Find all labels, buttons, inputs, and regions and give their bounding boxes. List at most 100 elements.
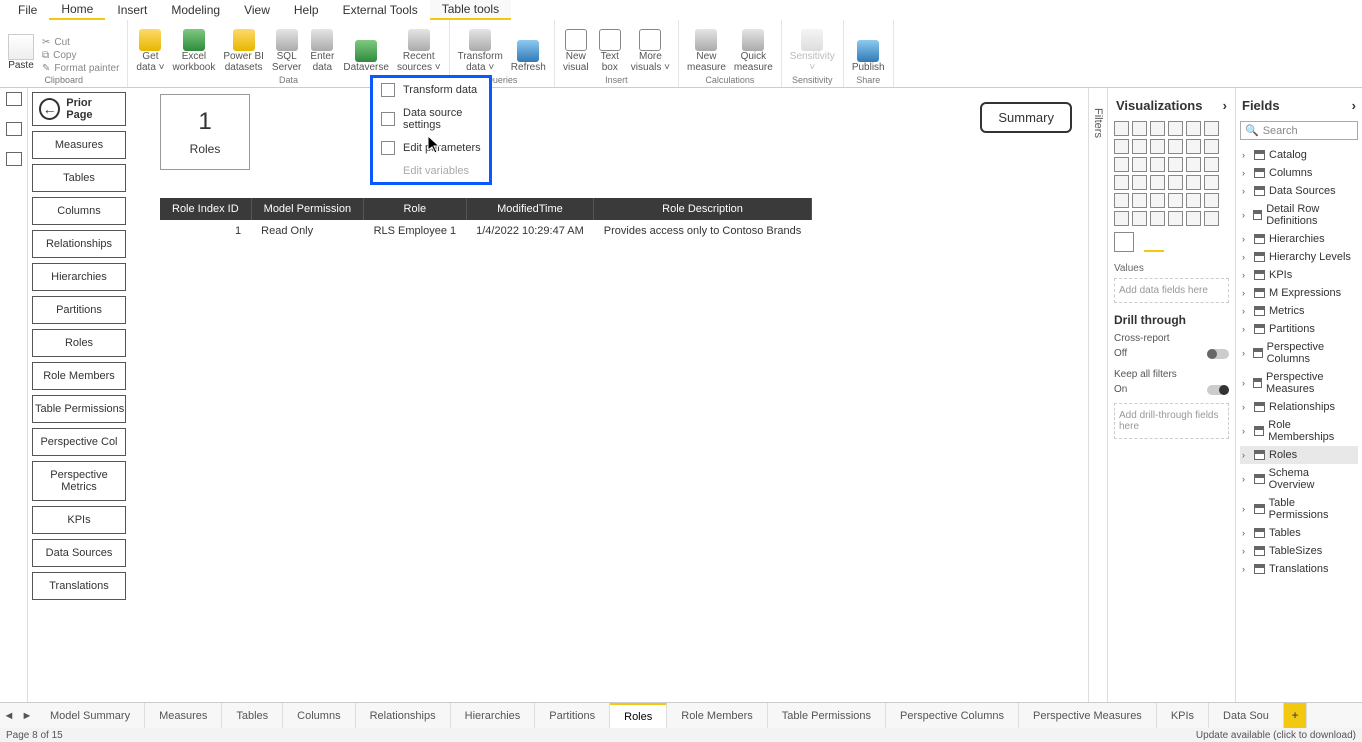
update-notice[interactable]: Update available (click to download) [1196,730,1356,741]
nav-tables[interactable]: Tables [32,164,126,192]
viz-type-icon[interactable] [1168,139,1183,154]
field-hierarchy-levels[interactable]: ›Hierarchy Levels [1240,248,1358,266]
tab-scroll-left[interactable]: ◄ [0,703,18,728]
nav-perspective-metrics[interactable]: Perspective Metrics [32,461,126,501]
viz-type-icon[interactable] [1132,157,1147,172]
nav-columns[interactable]: Columns [32,197,126,225]
text-box-button[interactable]: Text box [593,27,627,75]
viz-type-icon[interactable] [1186,139,1201,154]
viz-type-icon[interactable] [1204,139,1219,154]
dataverse-button[interactable]: Dataverse [339,38,393,75]
viz-type-icon[interactable] [1150,175,1165,190]
viz-type-icon[interactable] [1114,139,1129,154]
viz-type-icon[interactable] [1114,175,1129,190]
page-tab-hierarchies[interactable]: Hierarchies [451,703,536,728]
nav-roles[interactable]: Roles [32,329,126,357]
values-well[interactable]: Add data fields here [1114,278,1229,303]
dropdown-edit-parameters[interactable]: Edit parameters [373,136,489,160]
viz-type-icon[interactable] [1204,175,1219,190]
viz-type-icon[interactable] [1186,211,1201,226]
chevron-right-icon[interactable]: › [1223,98,1227,113]
viz-type-icon[interactable] [1132,175,1147,190]
tab-view[interactable]: View [232,1,282,19]
page-tab-tables[interactable]: Tables [222,703,283,728]
fields-search[interactable]: 🔍Search [1240,121,1358,140]
viz-type-icon[interactable] [1150,211,1165,226]
page-tab-measures[interactable]: Measures [145,703,222,728]
page-tab-perspective-measures[interactable]: Perspective Measures [1019,703,1157,728]
page-tab-kpis[interactable]: KPIs [1157,703,1209,728]
publish-button[interactable]: Publish [848,38,889,75]
data-view-icon[interactable] [6,122,22,136]
viz-type-icon[interactable] [1168,193,1183,208]
pbi-datasets-button[interactable]: Power BI datasets [219,27,268,75]
field-data-sources[interactable]: ›Data Sources [1240,182,1358,200]
viz-type-icon[interactable] [1168,211,1183,226]
viz-type-icon[interactable] [1204,157,1219,172]
page-tab-partitions[interactable]: Partitions [535,703,610,728]
viz-type-icon[interactable] [1150,157,1165,172]
recent-sources-button[interactable]: Recent sources ˅ [393,27,445,75]
viz-type-icon[interactable] [1150,121,1165,136]
dropdown-data-source-settings[interactable]: Data source settings [373,102,489,136]
add-page-button[interactable]: + [1284,703,1307,728]
field-tables[interactable]: ›Tables [1240,524,1358,542]
prior-page-button[interactable]: ←Prior Page [32,92,126,126]
more-visuals-button[interactable]: More visuals ˅ [627,27,674,75]
tab-file[interactable]: File [6,1,49,19]
nav-perspective-col[interactable]: Perspective Col [32,428,126,456]
field-tablesizes[interactable]: ›TableSizes [1240,542,1358,560]
field-translations[interactable]: ›Translations [1240,560,1358,578]
viz-type-icon[interactable] [1132,193,1147,208]
transform-data-button[interactable]: Transform data ˅ [454,27,507,75]
field-kpis[interactable]: ›KPIs [1240,266,1358,284]
col-modified-time[interactable]: ModifiedTime [466,198,594,220]
page-tab-model-summary[interactable]: Model Summary [36,703,145,728]
field-role-memberships[interactable]: ›Role Memberships [1240,416,1358,446]
col-role-description[interactable]: Role Description [594,198,812,220]
tab-table-tools[interactable]: Table tools [430,0,511,20]
roles-table[interactable]: Role Index ID Model Permission Role Modi… [160,198,812,242]
filters-pane-toggle[interactable]: Filters [1088,88,1108,702]
viz-type-icon[interactable] [1114,211,1129,226]
viz-type-icon[interactable] [1186,193,1201,208]
viz-type-icon[interactable] [1168,121,1183,136]
keep-filters-toggle[interactable] [1207,385,1229,395]
chevron-right-icon[interactable]: › [1352,98,1356,113]
viz-type-icon[interactable] [1204,211,1219,226]
sql-server-button[interactable]: SQL Server [268,27,305,75]
viz-type-icon[interactable] [1114,193,1129,208]
cut-button[interactable]: ✂Cut [38,36,123,49]
page-tab-data-sou[interactable]: Data Sou [1209,703,1284,728]
field-m-expressions[interactable]: ›M Expressions [1240,284,1358,302]
nav-data-sources[interactable]: Data Sources [32,539,126,567]
new-measure-button[interactable]: New measure [683,27,730,75]
tab-home[interactable]: Home [49,0,105,20]
report-view-icon[interactable] [6,92,22,106]
viz-type-icon[interactable] [1186,121,1201,136]
page-tab-role-members[interactable]: Role Members [667,703,768,728]
field-metrics[interactable]: ›Metrics [1240,302,1358,320]
col-role-index[interactable]: Role Index ID [160,198,251,220]
page-tab-table-permissions[interactable]: Table Permissions [768,703,886,728]
tab-external-tools[interactable]: External Tools [331,1,430,19]
nav-measures[interactable]: Measures [32,131,126,159]
page-tab-roles[interactable]: Roles [610,703,667,728]
viz-type-icon[interactable] [1132,121,1147,136]
copy-button[interactable]: ⧉Copy [38,49,123,62]
sensitivity-button[interactable]: Sensitivity ˅ [786,27,839,75]
viz-type-icon[interactable] [1114,157,1129,172]
paste-button[interactable]: Paste [4,30,38,75]
tab-modeling[interactable]: Modeling [159,1,232,19]
page-tab-columns[interactable]: Columns [283,703,355,728]
viz-type-icon[interactable] [1168,175,1183,190]
nav-hierarchies[interactable]: Hierarchies [32,263,126,291]
nav-role-members[interactable]: Role Members [32,362,126,390]
page-tab-perspective-columns[interactable]: Perspective Columns [886,703,1019,728]
field-detail-row-definitions[interactable]: ›Detail Row Definitions [1240,200,1358,230]
nav-table-permissions[interactable]: Table Permissions [32,395,126,423]
fields-tab-icon[interactable] [1114,232,1134,252]
col-role[interactable]: Role [364,198,467,220]
nav-relationships[interactable]: Relationships [32,230,126,258]
field-relationships[interactable]: ›Relationships [1240,398,1358,416]
